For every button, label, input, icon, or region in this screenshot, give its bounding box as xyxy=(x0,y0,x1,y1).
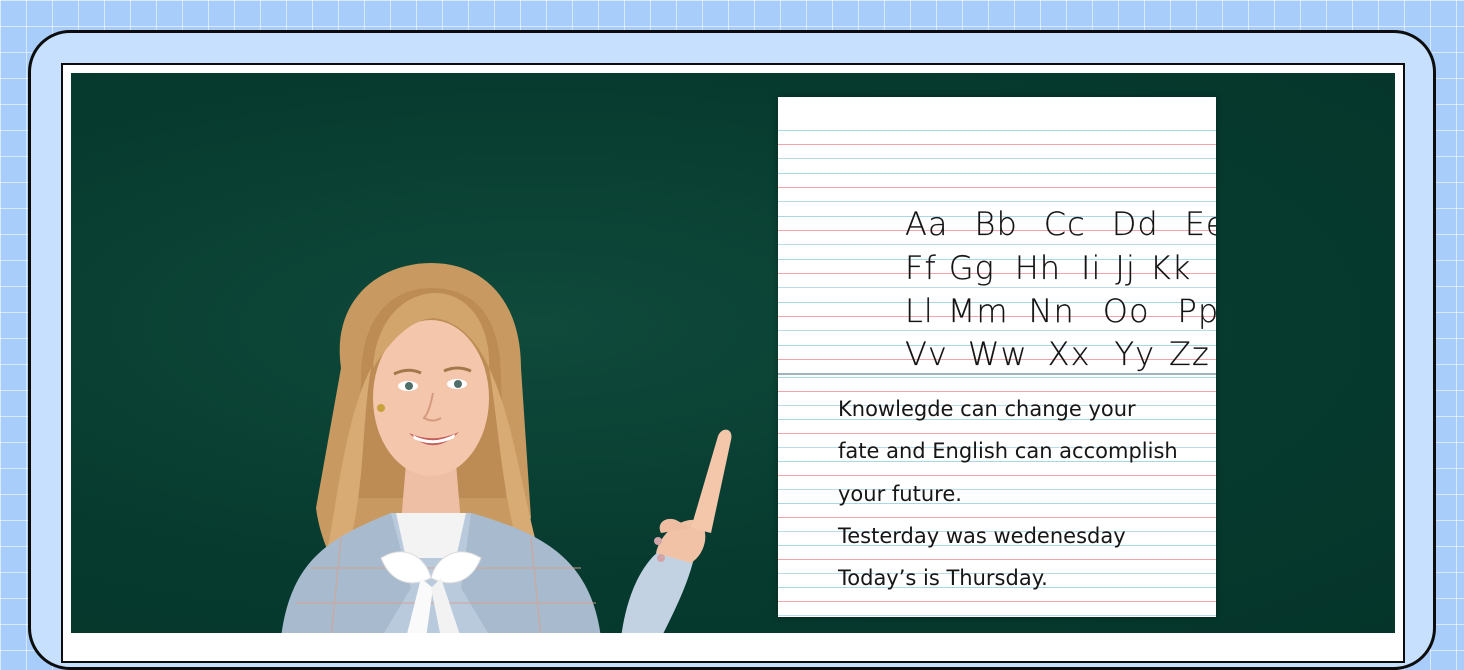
teacher-illustration xyxy=(281,263,732,633)
chalkboard-background: AaBbCcDdEe FfGgHhIiJjKk LlMmNnOoPp VvWwX… xyxy=(71,73,1395,633)
sentence-line-5: Today’s is Thursday. xyxy=(838,566,1048,590)
sentence-line-2: fate and English can accomplish xyxy=(838,439,1178,463)
handwriting-worksheet: AaBbCcDdEe FfGgHhIiJjKk LlMmNnOoPp VvWwX… xyxy=(778,97,1216,617)
letter-pair: Yy xyxy=(1114,335,1156,373)
sentence-line-3: your future. xyxy=(838,482,962,506)
letter-pair: Xx xyxy=(1047,335,1091,373)
letter-pair: Vv xyxy=(905,335,948,373)
alphabet-row-4: Vv Ww Xx Yy Zz xyxy=(838,297,1216,411)
letter-pair: Ww xyxy=(967,335,1028,373)
sentence-line-4: Testerday was wedenesday xyxy=(838,524,1126,548)
sentence-line-1: Knowlegde can change your xyxy=(838,397,1136,421)
letter-pair: Zz xyxy=(1169,335,1210,373)
